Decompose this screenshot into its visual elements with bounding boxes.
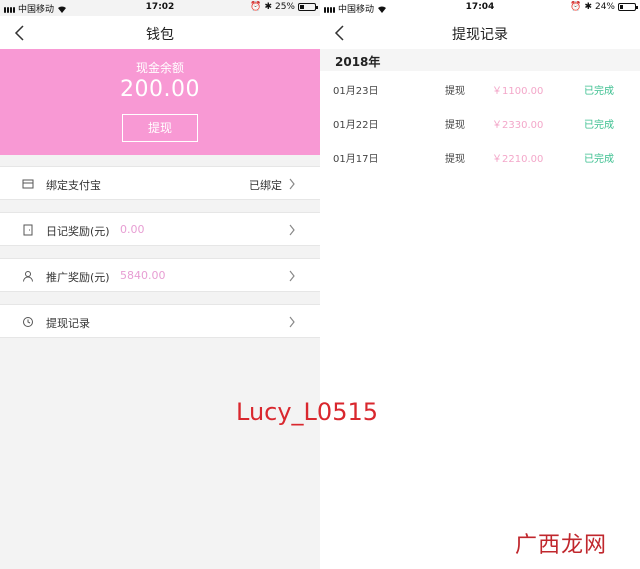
battery-percent: 25% <box>274 2 295 12</box>
battery-percent: 24% <box>594 2 615 12</box>
row-label: 推广奖励(元) <box>46 271 110 284</box>
wallet-screen: 中国移动 17:02 ⏰ ✱ 25% 钱包 现金余额 200.00 提现 绑定支… <box>0 0 320 569</box>
record-row[interactable]: 01月22日 提现 ￥2330.00 已完成 <box>320 106 640 140</box>
bluetooth-icon: ✱ <box>584 2 592 12</box>
alarm-icon: ⏰ <box>570 2 582 12</box>
row-value: 5840.00 <box>120 269 166 282</box>
history-icon <box>23 317 33 327</box>
card-icon <box>22 179 34 189</box>
battery-fill <box>300 5 304 9</box>
record-amount: ￥2330.00 <box>492 120 544 131</box>
door-icon <box>23 224 33 236</box>
record-amount: ￥1100.00 <box>492 86 544 97</box>
record-date: 01月22日 <box>333 120 379 131</box>
record-status: 已完成 <box>584 120 614 131</box>
record-type: 提现 <box>445 120 465 131</box>
watermark-text: Lucy_L0515 <box>236 398 379 426</box>
withdraw-history-screen: 中国移动 17:04 ⏰ ✱ 24% 提现记录 2018年 01月23日 提现 … <box>320 0 640 569</box>
battery-icon <box>298 3 318 11</box>
record-row[interactable]: 01月23日 提现 ￥1100.00 已完成 <box>320 72 640 106</box>
nav-bar: 钱包 <box>0 16 320 49</box>
balance-label: 现金余额 <box>135 61 184 75</box>
site-watermark: 广西龙网 <box>515 533 608 558</box>
row-diary-reward[interactable]: 日记奖励(元) 0.00 <box>0 212 320 246</box>
battery-icon <box>618 3 638 11</box>
record-date: 01月23日 <box>333 86 379 97</box>
record-type: 提现 <box>445 86 465 97</box>
record-amount: ￥2210.00 <box>492 154 544 165</box>
balance-card: 现金余额 200.00 提现 <box>0 49 320 155</box>
chevron-right-icon <box>289 178 295 190</box>
row-bind-alipay[interactable]: 绑定支付宝 已绑定 <box>0 166 320 200</box>
record-row[interactable]: 01月17日 提现 ￥2210.00 已完成 <box>320 140 640 174</box>
row-value: 0.00 <box>120 223 145 236</box>
status-right: ⏰ ✱ 24% <box>570 2 638 12</box>
chevron-right-icon <box>289 224 295 236</box>
bluetooth-icon: ✱ <box>264 2 272 12</box>
record-type: 提现 <box>445 154 465 165</box>
row-label: 日记奖励(元) <box>46 225 110 238</box>
status-right: ⏰ ✱ 25% <box>250 2 318 12</box>
row-label: 绑定支付宝 <box>46 179 101 192</box>
chevron-right-icon <box>289 270 295 282</box>
balance-amount: 200.00 <box>120 77 200 102</box>
record-date: 01月17日 <box>333 154 379 165</box>
page-title: 钱包 <box>146 27 174 43</box>
page-title: 提现记录 <box>452 27 508 43</box>
record-status: 已完成 <box>584 154 614 165</box>
year-label: 2018年 <box>335 55 381 69</box>
person-icon <box>23 271 33 282</box>
row-status: 已绑定 <box>249 179 282 192</box>
alarm-icon: ⏰ <box>250 2 262 12</box>
record-status: 已完成 <box>584 86 614 97</box>
withdraw-button[interactable]: 提现 <box>122 114 198 142</box>
row-withdraw-history[interactable]: 提现记录 <box>0 304 320 338</box>
row-promo-reward[interactable]: 推广奖励(元) 5840.00 <box>0 258 320 292</box>
battery-fill <box>620 5 624 9</box>
year-header: 2018年 <box>320 49 640 71</box>
chevron-right-icon <box>289 316 295 328</box>
status-bar: 中国移动 17:04 ⏰ ✱ 24% <box>320 0 640 16</box>
status-bar: 中国移动 17:02 ⏰ ✱ 25% <box>0 0 320 16</box>
row-label: 提现记录 <box>46 317 90 330</box>
nav-bar: 提现记录 <box>320 16 640 49</box>
